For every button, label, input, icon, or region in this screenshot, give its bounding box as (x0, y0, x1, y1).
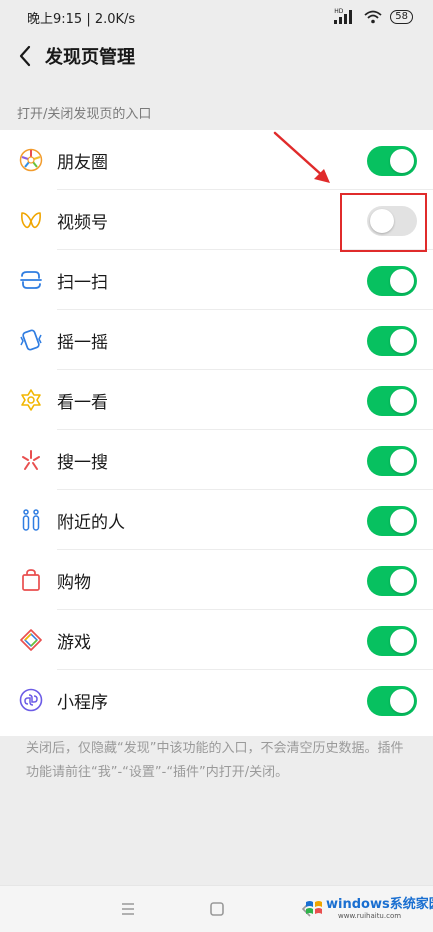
toggle-top-stories[interactable] (367, 386, 417, 416)
back-button[interactable] (14, 43, 38, 69)
watermark: windows系统家园 www.ruihaitu.com (300, 890, 433, 931)
signal-icon: HD (334, 8, 356, 24)
list-item-label: 购物 (57, 573, 91, 593)
list-item-label: 搜一搜 (57, 453, 108, 473)
wifi-icon (364, 10, 382, 24)
list-item-label: 朋友圈 (57, 153, 108, 173)
top-stories-icon (21, 389, 41, 411)
list-item-label: 附近的人 (57, 513, 125, 533)
list-item-label: 摇一摇 (57, 333, 108, 353)
list-item-label: 视频号 (57, 213, 108, 233)
shake-icon (20, 329, 42, 351)
list-item-people-nearby[interactable]: 附近的人 (0, 490, 433, 550)
list-item-label: 扫一扫 (57, 273, 108, 293)
toggle-scan[interactable] (367, 266, 417, 296)
battery-indicator: 58 (390, 10, 413, 24)
toggle-mini-programs[interactable] (367, 686, 417, 716)
footer-note: 关闭后，仅隐藏“发现”中该功能的入口，不会清空历史数据。插件功能请前往“我”-“… (26, 741, 404, 780)
watermark-site: www.ruihaitu.com (338, 912, 402, 920)
moments-icon (19, 148, 43, 172)
toggle-people-nearby[interactable] (367, 506, 417, 536)
list-item-mini-programs[interactable]: 小程序 (0, 670, 433, 730)
list-item-shake[interactable]: 摇一摇 (0, 310, 433, 370)
page-title: 发现页管理 (45, 47, 135, 68)
annotation-highlight-box (340, 193, 427, 252)
list-item-games[interactable]: 游戏 (0, 610, 433, 670)
list-item-label: 游戏 (57, 633, 91, 653)
watermark-brand: windows系统家园 (326, 897, 433, 912)
list-item-search[interactable]: 搜一搜 (0, 430, 433, 490)
list-item-shopping[interactable]: 购物 (0, 550, 433, 610)
channels-icon (21, 212, 41, 229)
status-bar: 晚上9:15 | 2.0K/s HD 58 (0, 0, 433, 34)
home-icon[interactable] (206, 898, 228, 920)
list-item-top-stories[interactable]: 看一看 (0, 370, 433, 430)
scan-icon (20, 271, 42, 289)
windows-logo-icon (306, 901, 322, 914)
status-time-speed: 晚上9:15 | 2.0K/s (27, 12, 136, 27)
list-item-label: 看一看 (57, 393, 108, 413)
navigation-bar: 发现页管理 (0, 34, 433, 80)
list-item-label: 小程序 (57, 693, 108, 713)
shopping-bag-icon (22, 569, 40, 591)
search-icon (22, 450, 40, 470)
section-header: 打开/关闭发现页的入口 (17, 107, 152, 122)
toggle-games[interactable] (367, 626, 417, 656)
toggle-shake[interactable] (367, 326, 417, 356)
toggle-moments[interactable] (367, 146, 417, 176)
menu-icon[interactable] (117, 898, 139, 920)
people-nearby-icon (22, 509, 40, 531)
status-icons: HD 58 (334, 8, 413, 26)
toggle-shopping[interactable] (367, 566, 417, 596)
list-item-scan[interactable]: 扫一扫 (0, 250, 433, 310)
games-icon (20, 629, 42, 651)
toggle-search[interactable] (367, 446, 417, 476)
list-item-moments[interactable]: 朋友圈 (0, 130, 433, 190)
annotation-arrow (273, 131, 330, 183)
mini-programs-icon (19, 688, 43, 712)
